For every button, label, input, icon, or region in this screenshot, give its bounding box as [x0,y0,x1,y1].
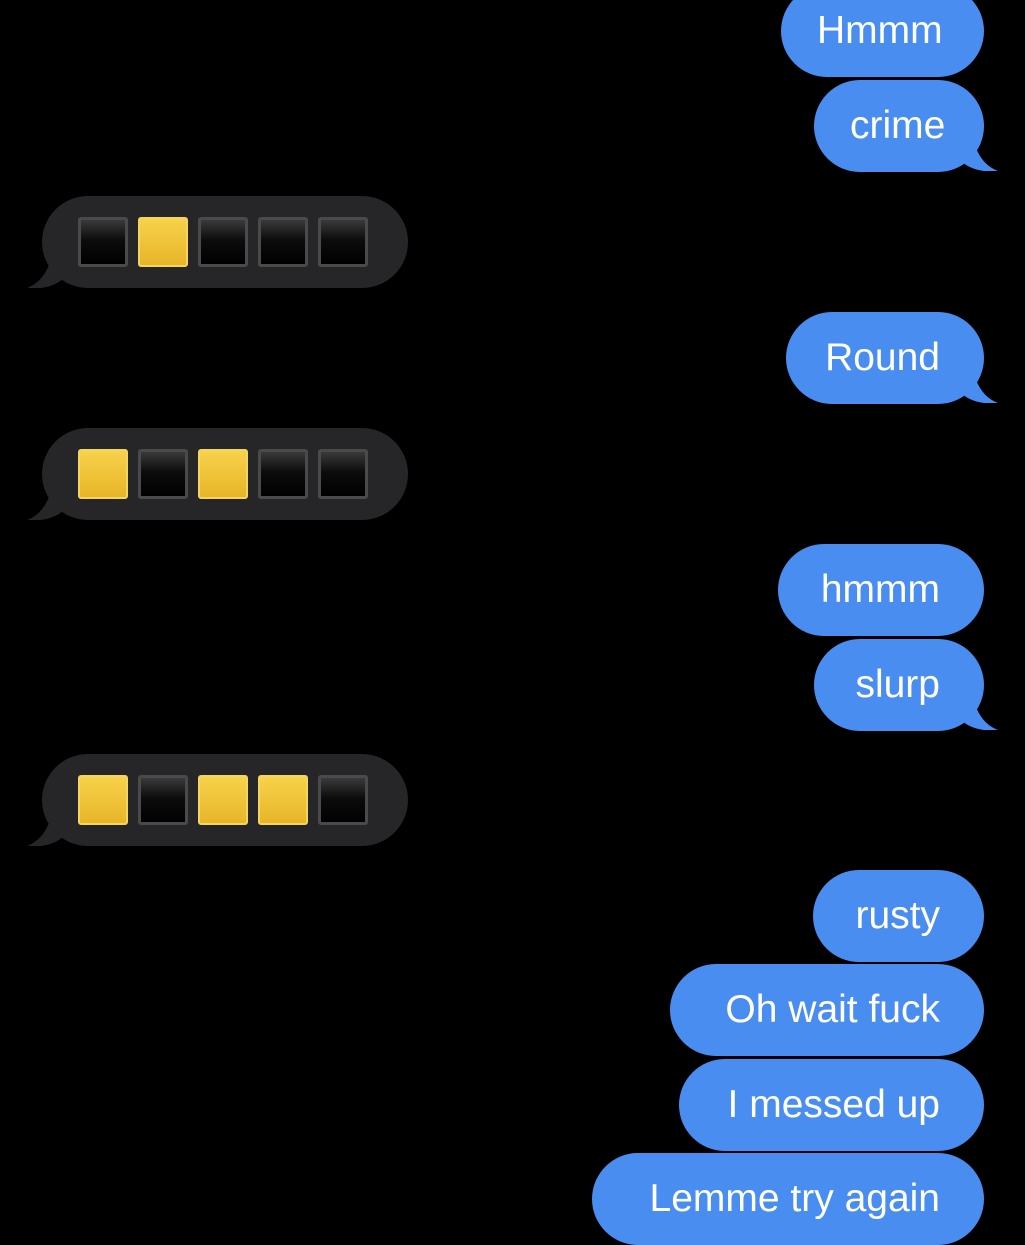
score-squares [78,775,368,825]
message-text: hmmm [820,568,940,611]
message-text: rusty [855,894,940,937]
score-square [198,217,248,267]
score-square [318,217,368,267]
received-score-bubble[interactable] [42,754,408,846]
sent-message-bubble[interactable]: Oh wait fuck [670,964,984,1056]
score-square [258,449,308,499]
score-square [78,449,128,499]
score-squares [78,449,368,499]
message-text: slurp [855,663,940,706]
score-square [198,775,248,825]
score-square [78,217,128,267]
score-square [138,775,188,825]
score-square [138,217,188,267]
sent-message-bubble[interactable]: Lemme try again [592,1153,984,1245]
bubble-tail-icon [958,363,998,403]
received-score-bubble[interactable] [42,428,408,520]
score-square [318,449,368,499]
message-text: I messed up [727,1083,940,1126]
received-score-bubble[interactable] [42,196,408,288]
message-text: Oh wait fuck [725,988,940,1031]
score-square [138,449,188,499]
sent-message-bubble[interactable]: Hmmm [781,0,984,77]
score-square [258,217,308,267]
bubble-tail-icon [958,131,998,171]
sent-message-bubble[interactable]: I messed up [679,1059,984,1151]
sent-message-bubble[interactable]: Round [786,312,984,404]
score-square [258,775,308,825]
message-text: crime [850,104,946,147]
sent-message-bubble[interactable]: rusty [813,870,984,962]
sent-message-bubble[interactable]: hmmm [778,544,984,636]
score-square [318,775,368,825]
message-text: Hmmm [817,9,943,52]
message-text: Round [825,336,940,379]
score-square [78,775,128,825]
message-text: Lemme try again [649,1177,940,1220]
score-square [198,449,248,499]
message-thread: Hmmm crime Round hmmm slurp rusty Oh wai… [0,0,1025,1245]
bubble-tail-icon [958,690,998,730]
score-squares [78,217,368,267]
